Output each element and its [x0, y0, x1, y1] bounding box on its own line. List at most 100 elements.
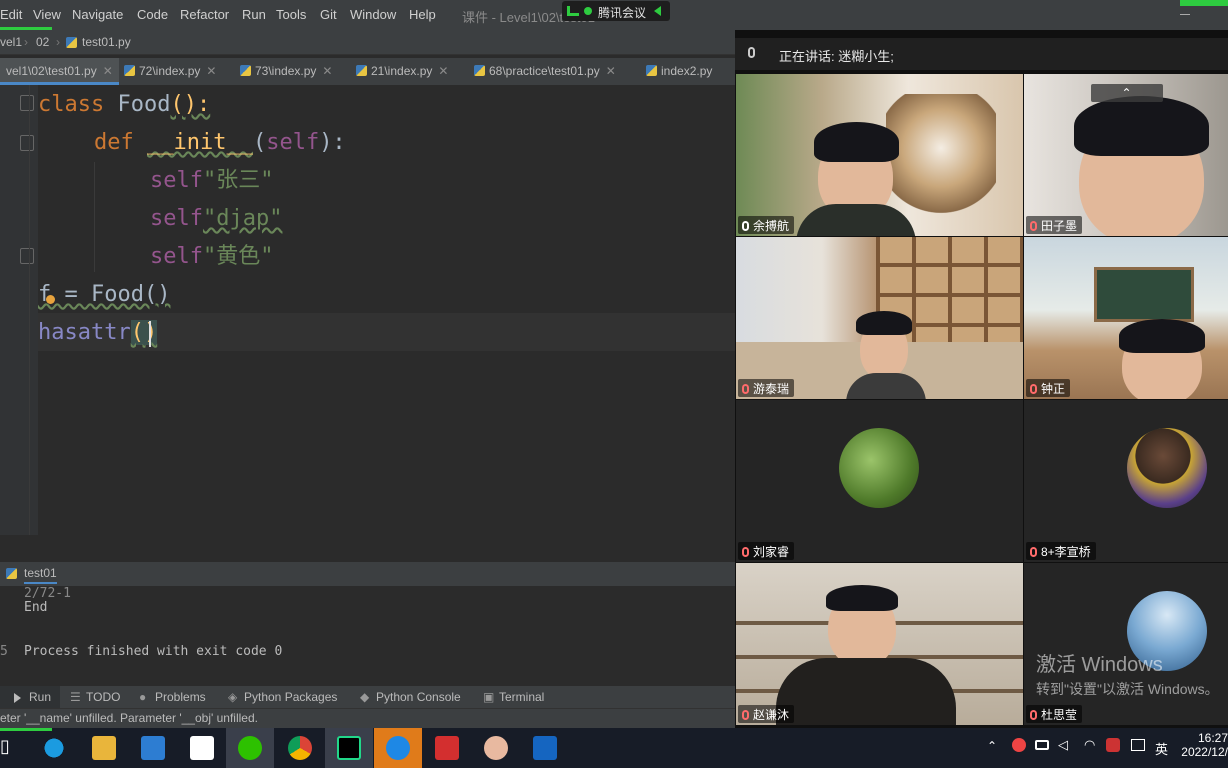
mic-muted-icon	[1030, 710, 1037, 720]
menu-refactor[interactable]: Refactor	[180, 7, 229, 22]
breadcrumb-item[interactable]: 02	[36, 35, 49, 49]
close-icon[interactable]: ✕	[322, 64, 332, 78]
chevron-right-icon: ›	[24, 35, 28, 49]
video-tile[interactable]: 赵谦沐	[736, 563, 1023, 725]
todo-icon: ☰	[70, 690, 81, 704]
video-tile[interactable]: 余搏航	[736, 74, 1023, 236]
toolwindow-python-packages[interactable]: Python Packages	[244, 690, 337, 704]
close-icon[interactable]: ✕	[103, 64, 113, 78]
indent-guide	[94, 162, 95, 272]
fold-icon[interactable]	[20, 248, 34, 264]
menu-edit[interactable]: Edit	[0, 7, 22, 22]
tab-index2[interactable]: index2.py	[640, 58, 718, 85]
input-method-icon[interactable]	[1131, 739, 1145, 751]
meeting-indicator[interactable]: 腾讯会议	[562, 1, 670, 21]
chevron-up-icon[interactable]: ⌃	[1090, 84, 1163, 102]
breadcrumb: vel1 › 02 › test01.py	[0, 30, 735, 55]
code-editor[interactable]: class Food(): def __init__(self): self"张…	[38, 85, 735, 535]
tool-window-bar: Run ☰ TODO ● Problems ◈ Python Packages …	[0, 686, 735, 708]
wps-icon[interactable]	[435, 736, 459, 760]
mail-icon[interactable]	[190, 736, 214, 760]
breadcrumb-item[interactable]: test01.py	[82, 35, 131, 49]
menu-code[interactable]: Code	[137, 7, 168, 22]
volume-icon[interactable]: ◁	[1058, 738, 1068, 753]
cat-image	[886, 94, 996, 214]
minimize-icon[interactable]	[1180, 14, 1190, 15]
video-tile[interactable]: ⌃ 田子墨	[1024, 74, 1228, 236]
output-line: 2/72-1	[24, 586, 71, 601]
chevron-up-icon[interactable]: ⌃	[987, 739, 997, 753]
toolwindow-todo[interactable]: TODO	[86, 690, 120, 704]
menu-run[interactable]: Run	[242, 7, 266, 22]
video-tile[interactable]: 8+李宣桥	[1024, 400, 1228, 562]
tab-72-index[interactable]: 72\index.py ✕	[118, 58, 222, 85]
tab-68-practice[interactable]: 68\practice\test01.py ✕	[468, 58, 622, 85]
menu-navigate[interactable]: Navigate	[72, 7, 123, 22]
clock[interactable]: 16:27 2022/12/	[1176, 731, 1228, 759]
fold-icon[interactable]	[20, 95, 34, 111]
accent-bar	[1180, 0, 1228, 6]
python-file-icon	[66, 37, 77, 48]
breadcrumb-item[interactable]: vel1	[0, 35, 22, 49]
toolwindow-problems[interactable]: Problems	[155, 690, 206, 704]
tray-app-icon[interactable]	[1012, 738, 1026, 752]
toolwindow-run[interactable]: Run	[29, 690, 51, 704]
avatar-app-icon[interactable]	[484, 736, 508, 760]
video-tile[interactable]: 钟正	[1024, 237, 1228, 399]
code-line: def __init__(self):	[94, 130, 346, 155]
close-icon[interactable]: ✕	[206, 64, 216, 78]
store-icon[interactable]	[141, 736, 165, 760]
mic-icon	[748, 47, 755, 58]
run-output: 2/72-1 End Process finished with exit co…	[0, 586, 735, 686]
console-icon: ◆	[360, 690, 370, 704]
battery-icon[interactable]	[1035, 740, 1049, 750]
video-tile[interactable]: 游泰瑞	[736, 237, 1023, 399]
tab-label: index2.py	[661, 64, 713, 78]
tab-test01[interactable]: vel1\02\test01.py ✕	[0, 58, 119, 85]
ime-indicator[interactable]: 英	[1155, 739, 1168, 758]
feishu-icon[interactable]	[533, 736, 557, 760]
menu-window[interactable]: Window	[350, 7, 396, 22]
participant-hair	[1074, 96, 1209, 156]
intention-bulb-icon[interactable]	[46, 295, 55, 304]
tab-73-index[interactable]: 73\index.py ✕	[234, 58, 338, 85]
code-line: self"张三"	[150, 168, 274, 193]
tab-21-index[interactable]: 21\index.py ✕	[350, 58, 454, 85]
mic-muted-icon	[742, 547, 749, 557]
menu-git[interactable]: Git	[320, 7, 337, 22]
mic-icon	[742, 221, 749, 231]
output-gutter: 5	[0, 644, 8, 659]
chevron-right-icon: ›	[56, 35, 60, 49]
task-view-icon[interactable]: ▯	[0, 736, 24, 760]
clock-date: 2022/12/	[1181, 745, 1228, 759]
tab-label: 21\index.py	[371, 64, 433, 78]
run-tab[interactable]: test01	[24, 566, 57, 584]
video-tile[interactable]: 杜思莹	[1024, 563, 1228, 725]
edge-icon[interactable]	[42, 736, 66, 760]
close-icon[interactable]: ✕	[606, 64, 616, 78]
mic-muted-icon	[1030, 384, 1037, 394]
fold-icon[interactable]	[20, 135, 34, 151]
wechat-icon[interactable]	[238, 736, 262, 760]
code-line: self"djap"	[150, 206, 283, 231]
activation-watermark: 激活 Windows 转到"设置"以激活 Windows。	[1036, 648, 1219, 699]
menu-tools[interactable]: Tools	[276, 7, 306, 22]
close-icon[interactable]: ✕	[438, 64, 448, 78]
screen: Edit View Navigate Code Refactor Run Too…	[0, 0, 1228, 768]
video-tile[interactable]: 刘家睿	[736, 400, 1023, 562]
tray-app-icon[interactable]	[1106, 738, 1120, 752]
tencent-meeting-icon[interactable]	[386, 736, 410, 760]
python-file-icon	[240, 65, 251, 76]
pycharm-icon[interactable]	[337, 736, 361, 760]
chrome-icon[interactable]	[288, 736, 312, 760]
participant-name: 8+李宣桥	[1026, 542, 1096, 560]
toolwindow-python-console[interactable]: Python Console	[376, 690, 461, 704]
status-message: eter '__name' unfilled. Parameter '__obj…	[0, 711, 258, 725]
menu-view[interactable]: View	[33, 7, 61, 22]
run-panel-header: test01	[0, 562, 735, 586]
network-icon[interactable]: ◠	[1084, 738, 1095, 753]
participant-name: 刘家睿	[738, 542, 795, 560]
menu-help[interactable]: Help	[409, 7, 436, 22]
file-explorer-icon[interactable]	[92, 736, 116, 760]
toolwindow-terminal[interactable]: Terminal	[499, 690, 544, 704]
